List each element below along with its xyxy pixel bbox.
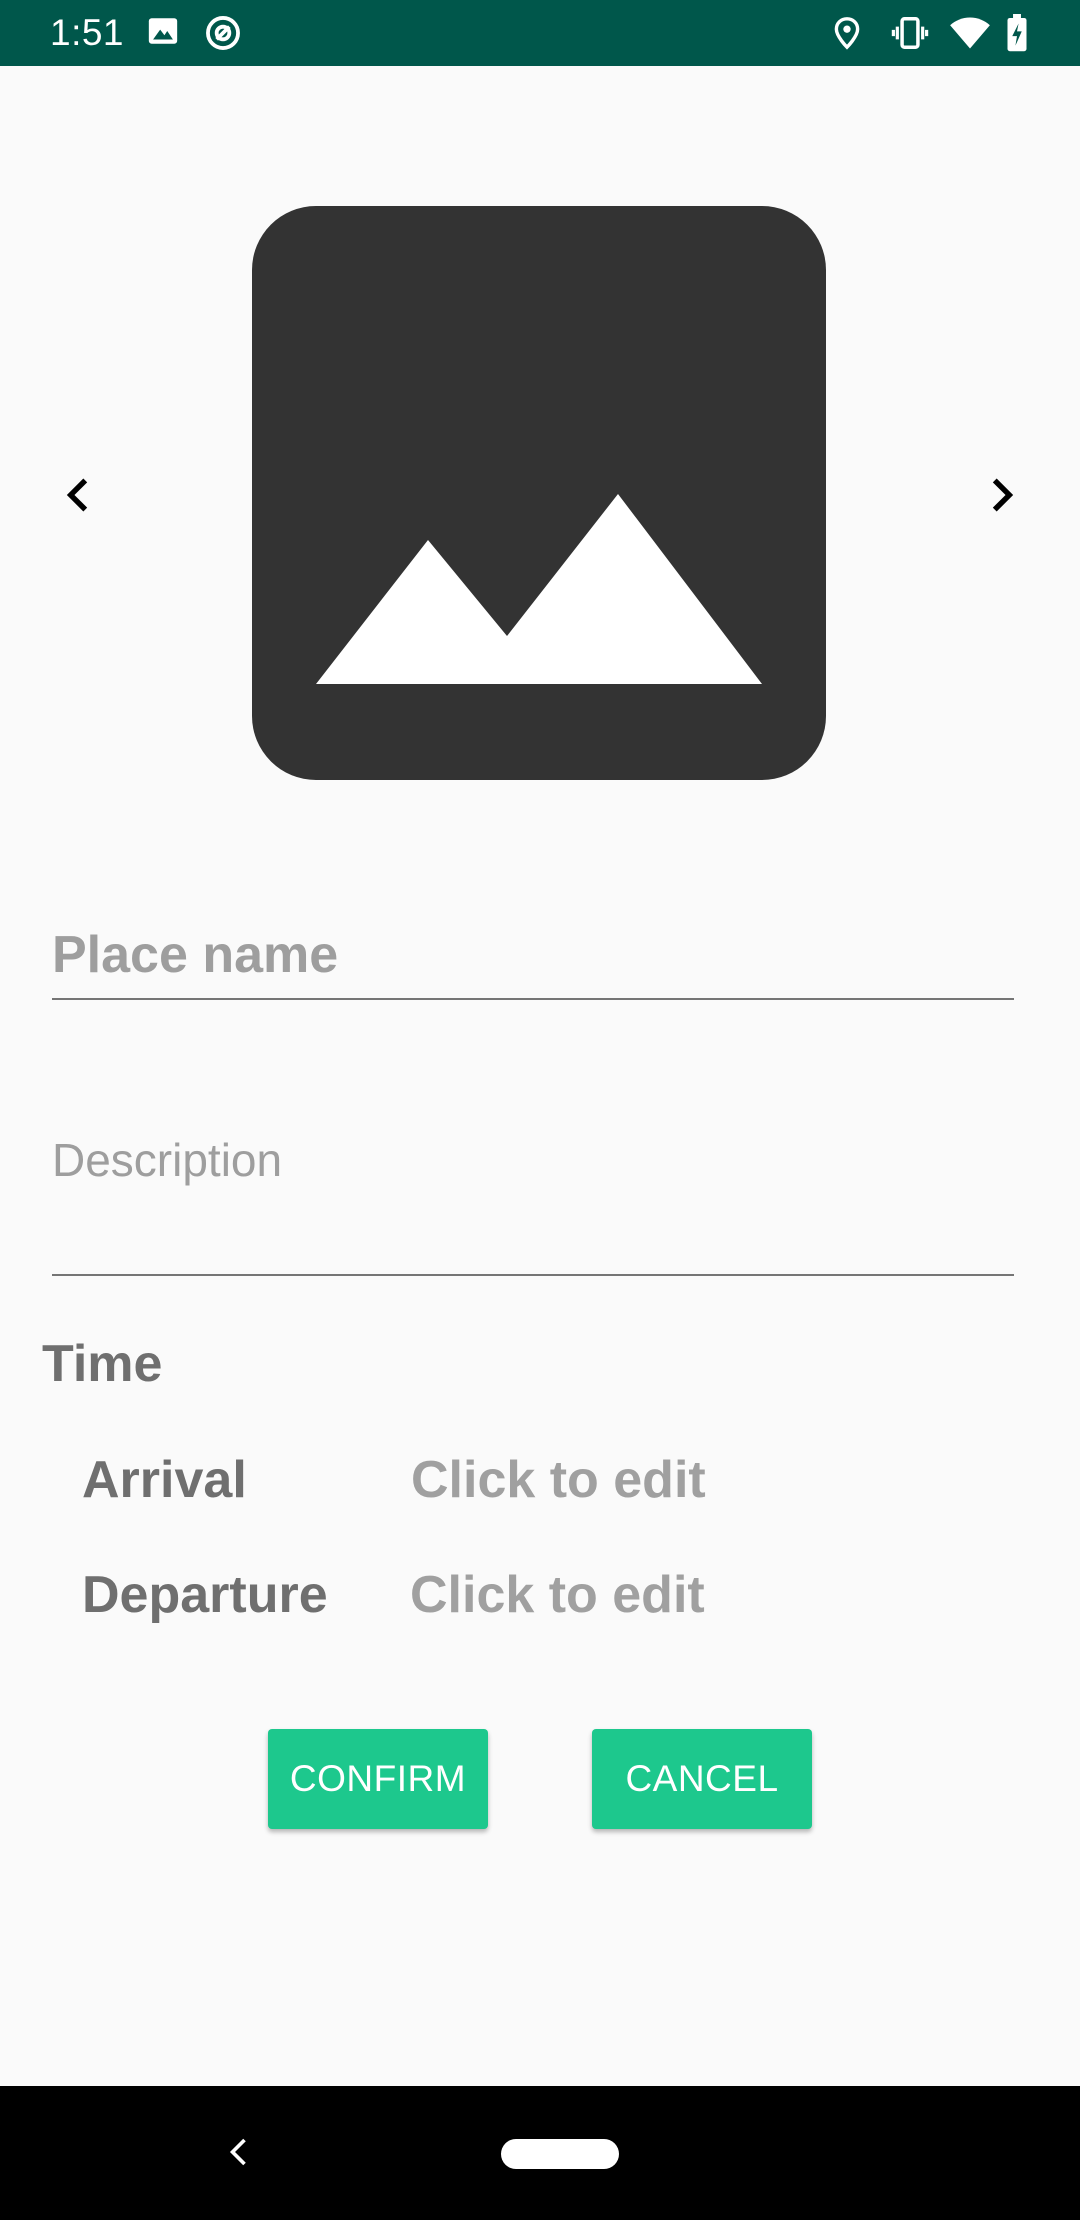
departure-time-value[interactable]: Click to edit [410, 1565, 705, 1625]
cancel-button[interactable]: CANCEL [592, 1729, 812, 1829]
status-time: 1:51 [50, 12, 125, 53]
departure-label: Departure [82, 1566, 328, 1624]
arrival-time-value[interactable]: Click to edit [411, 1450, 706, 1510]
home-pill-icon[interactable] [501, 2139, 619, 2169]
description-input[interactable] [52, 1120, 1014, 1270]
place-name-field [52, 918, 1014, 1000]
previous-image-button[interactable] [54, 470, 104, 520]
battery-charging-icon [1004, 14, 1030, 52]
status-bar: 1:51 [0, 0, 1080, 66]
time-section-title: Time [42, 1335, 163, 1393]
wifi-icon [948, 14, 992, 52]
at-sign-icon [204, 14, 242, 52]
image-placeholder-icon [316, 494, 762, 684]
arrival-label: Arrival [82, 1451, 247, 1509]
place-name-input[interactable] [52, 918, 1014, 992]
image-icon [146, 14, 180, 48]
description-field [52, 1120, 1014, 1276]
vibrate-icon [890, 14, 930, 52]
chevron-right-icon [992, 478, 1014, 512]
back-icon[interactable] [222, 2132, 258, 2177]
navigation-bar [0, 2086, 1080, 2220]
next-image-button[interactable] [976, 470, 1026, 520]
chevron-left-icon [66, 478, 88, 512]
confirm-button[interactable]: CONFIRM [268, 1729, 488, 1829]
location-icon [830, 14, 864, 52]
place-image[interactable] [252, 206, 826, 780]
